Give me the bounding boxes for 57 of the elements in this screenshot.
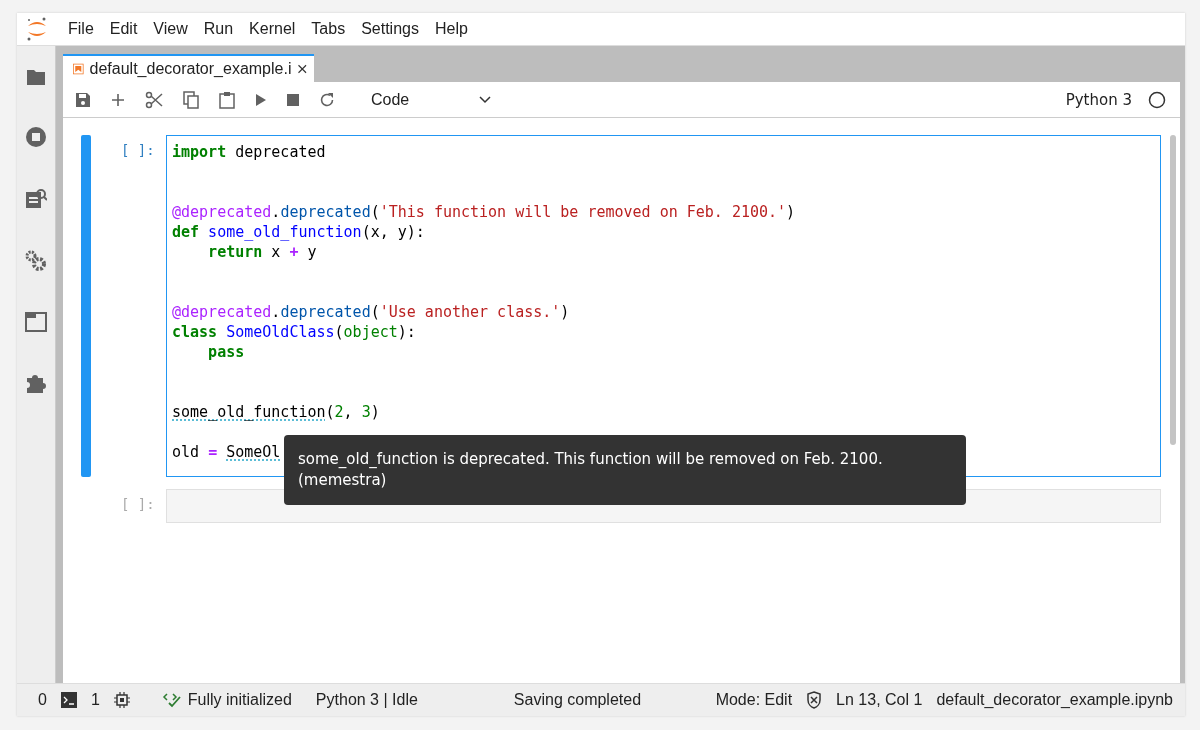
- cell-prompt: [ ]:: [121, 141, 156, 158]
- folder-icon[interactable]: [26, 68, 46, 86]
- clipboard-icon[interactable]: [219, 90, 235, 109]
- cell-selection-bar[interactable]: [81, 135, 91, 477]
- plus-icon[interactable]: [111, 92, 125, 107]
- code-line: import deprecated: [172, 143, 326, 161]
- cursor-position[interactable]: Ln 13, Col 1: [836, 691, 923, 709]
- puzzle-icon[interactable]: [25, 372, 47, 394]
- menu-item[interactable]: Run: [195, 20, 242, 38]
- kernel-name[interactable]: Python 3: [1065, 90, 1132, 109]
- menu-item[interactable]: File: [60, 20, 102, 38]
- play-icon[interactable]: [255, 92, 267, 107]
- notebook-icon: [73, 62, 84, 76]
- chip-icon[interactable]: [113, 692, 130, 708]
- tab-window-icon[interactable]: [25, 312, 47, 332]
- menu-item[interactable]: Kernel: [241, 20, 304, 38]
- menu-item[interactable]: Edit: [101, 20, 146, 38]
- scissors-icon[interactable]: [145, 90, 163, 109]
- kernel-count: 1: [90, 691, 100, 709]
- terminal-icon[interactable]: [60, 692, 77, 708]
- tooltip-text: (memestra): [298, 470, 388, 491]
- code-line: pass: [207, 343, 245, 361]
- code-line: @deprecated.deprecated('Use another class.'): [172, 303, 570, 321]
- editor-mode[interactable]: Mode: Edit: [715, 691, 793, 709]
- save-status: Saving completed: [513, 691, 642, 709]
- code-line: return x + y: [207, 243, 317, 261]
- tab-label: default_decorator_example.i: [89, 60, 292, 78]
- menu-item[interactable]: Settings: [353, 20, 427, 38]
- cell-prompt: [ ]:: [121, 495, 156, 512]
- tooltip-text: some_old_function is deprecated. This function will be removed on Feb. 2100.: [298, 449, 884, 470]
- lsp-status[interactable]: Fully initialized: [161, 691, 292, 709]
- code-line: some_old_function(2, 3): [172, 403, 380, 421]
- save-icon[interactable]: [75, 91, 91, 108]
- file-name: default_decorator_example.ipynb: [936, 691, 1173, 709]
- scrollbar[interactable]: [1170, 135, 1176, 445]
- document-search-icon[interactable]: [25, 188, 47, 210]
- kernel-status[interactable]: Python 3 | Idle: [315, 691, 418, 709]
- code-line: class SomeOldClass(object):: [172, 323, 416, 341]
- stop-circle-icon[interactable]: [25, 126, 47, 148]
- refresh-icon[interactable]: [319, 91, 335, 108]
- code-line: @deprecated.deprecated('This function will be removed on Feb. 2100.'): [172, 203, 796, 221]
- gears-icon[interactable]: [25, 250, 47, 272]
- menu-item[interactable]: Tabs: [303, 20, 354, 38]
- code-line: def some_old_function(x, y):: [172, 223, 425, 241]
- notebook-tab[interactable]: default_decorator_example.i: [63, 54, 314, 82]
- close-icon[interactable]: [297, 62, 308, 76]
- menu-item[interactable]: View: [145, 20, 196, 38]
- copy-icon[interactable]: [183, 90, 199, 109]
- chevron-down-icon: [479, 95, 492, 104]
- terminal-count: 0: [38, 691, 47, 709]
- code-line: old = SomeOl: [172, 443, 281, 461]
- stop-icon[interactable]: [287, 93, 299, 106]
- code-check-icon: [161, 692, 182, 708]
- menu-item[interactable]: Help: [426, 20, 476, 38]
- shield-icon[interactable]: [806, 691, 823, 709]
- cell-type-dropdown[interactable]: Code: [367, 88, 496, 111]
- logo-icon: [26, 16, 48, 42]
